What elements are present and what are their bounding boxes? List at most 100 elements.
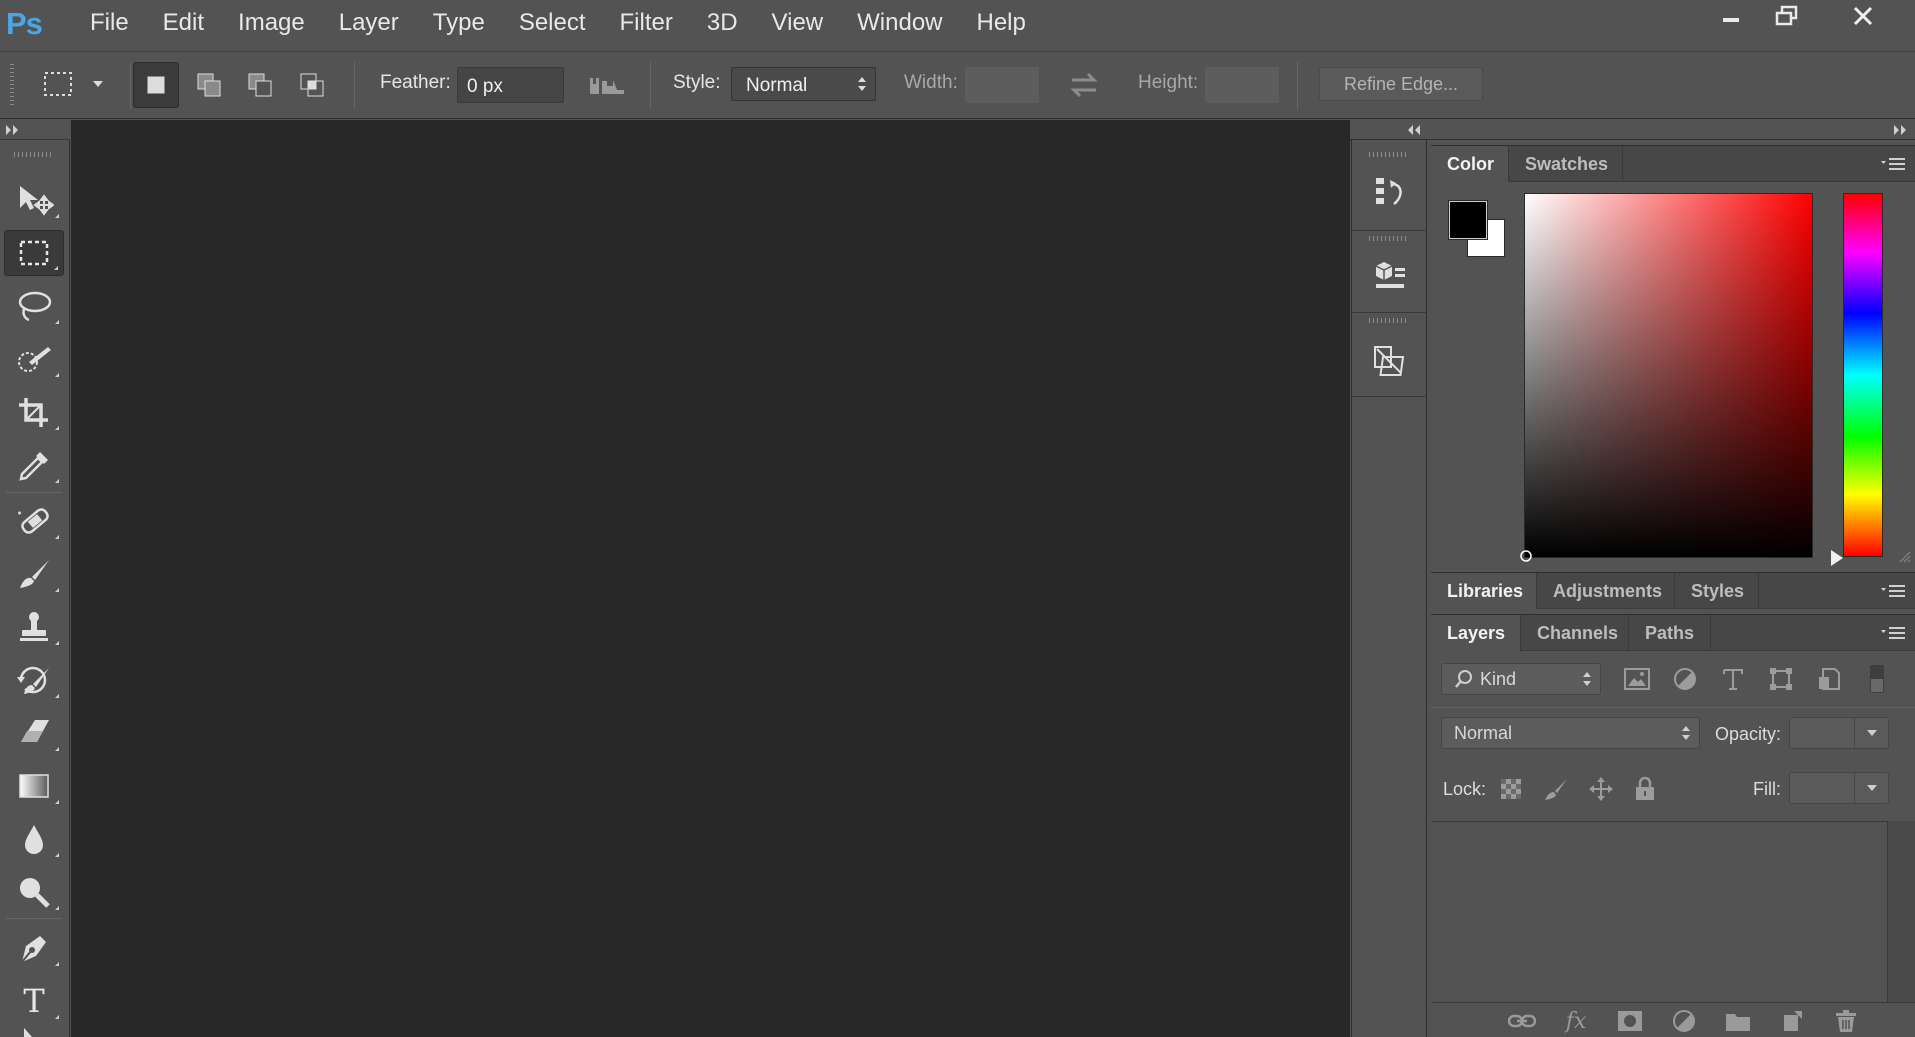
- new-adjustment-layer-button[interactable]: [1669, 1007, 1699, 1035]
- menu-edit[interactable]: Edit: [146, 0, 221, 46]
- crop-tool[interactable]: [4, 389, 64, 435]
- hue-slider[interactable]: [1843, 193, 1883, 557]
- feather-input[interactable]: 0 px: [457, 67, 564, 103]
- type-tool[interactable]: T: [4, 978, 64, 1024]
- move-tool[interactable]: [4, 177, 64, 223]
- swap-dimensions-button[interactable]: [1066, 68, 1102, 102]
- menu-help[interactable]: Help: [960, 0, 1043, 46]
- opacity-input[interactable]: [1789, 717, 1889, 749]
- menu-image[interactable]: Image: [221, 0, 322, 46]
- opacity-dropdown-button[interactable]: [1854, 718, 1888, 748]
- tab-adjustments[interactable]: Adjustments: [1537, 573, 1675, 609]
- style-select[interactable]: Normal: [731, 67, 876, 101]
- restore-button[interactable]: [1760, 0, 1814, 32]
- tool-preset-picker[interactable]: [38, 64, 118, 106]
- filter-pixel-layers-button[interactable]: [1621, 663, 1653, 695]
- dodge-tool[interactable]: [4, 869, 64, 915]
- filter-shape-layers-button[interactable]: [1765, 663, 1797, 695]
- tab-paths[interactable]: Paths: [1629, 615, 1711, 651]
- blur-tool[interactable]: [4, 816, 64, 862]
- layers-list[interactable]: [1431, 821, 1887, 1002]
- tools-grip[interactable]: [14, 152, 54, 157]
- menu-window[interactable]: Window: [840, 0, 959, 46]
- tab-swatches[interactable]: Swatches: [1509, 146, 1623, 182]
- lock-position-button[interactable]: [1585, 773, 1617, 805]
- transform-panel-button[interactable]: [1362, 336, 1418, 386]
- quick-selection-tool[interactable]: [4, 336, 64, 382]
- dock-grip[interactable]: [1369, 152, 1409, 157]
- filter-type-layers-button[interactable]: [1717, 663, 1749, 695]
- new-layer-button[interactable]: [1777, 1007, 1807, 1035]
- height-input[interactable]: [1205, 67, 1279, 103]
- layers-scrollbar[interactable]: [1887, 821, 1915, 1002]
- document-canvas-area[interactable]: [71, 120, 1350, 1037]
- options-grip[interactable]: [10, 64, 14, 108]
- tab-channels[interactable]: Channels: [1521, 615, 1629, 651]
- width-input[interactable]: [965, 67, 1039, 103]
- menu-select[interactable]: Select: [502, 0, 603, 46]
- tab-styles[interactable]: Styles: [1675, 573, 1759, 609]
- color-saturation-field[interactable]: [1520, 193, 1813, 562]
- path-selection-tool-partial[interactable]: [22, 1028, 38, 1037]
- collapse-left-icon[interactable]: [1406, 123, 1422, 137]
- menu-3d[interactable]: 3D: [690, 0, 755, 46]
- clone-stamp-tool[interactable]: [4, 604, 64, 650]
- eraser-tool[interactable]: [4, 710, 64, 756]
- new-selection-button[interactable]: [133, 62, 179, 108]
- rectangular-marquee-tool[interactable]: [4, 230, 64, 276]
- panel-menu-icon[interactable]: [1881, 157, 1907, 171]
- menu-filter[interactable]: Filter: [603, 0, 690, 46]
- hue-slider-marker[interactable]: [1831, 550, 1843, 566]
- layer-filter-select[interactable]: Kind: [1441, 663, 1601, 695]
- link-layers-button[interactable]: [1507, 1007, 1537, 1035]
- fill-input[interactable]: [1789, 772, 1889, 804]
- filter-toggle[interactable]: [1861, 663, 1893, 695]
- collapse-right-icon[interactable]: [1893, 123, 1909, 137]
- spot-healing-brush-tool[interactable]: [4, 498, 64, 544]
- anti-alias-toggle[interactable]: [587, 70, 627, 100]
- gradient-tool[interactable]: [4, 763, 64, 809]
- history-brush-tool[interactable]: [4, 657, 64, 703]
- history-panel-icon: [1376, 178, 1402, 205]
- lock-transparent-pixels-button[interactable]: [1495, 773, 1527, 805]
- menu-type[interactable]: Type: [416, 0, 502, 46]
- intersect-selection-button[interactable]: [289, 62, 335, 108]
- subtract-from-selection-button[interactable]: [237, 62, 283, 108]
- menu-view[interactable]: View: [755, 0, 841, 46]
- tools-collapse-bar[interactable]: [0, 120, 70, 140]
- blend-mode-select[interactable]: Normal: [1441, 717, 1700, 749]
- tab-libraries[interactable]: Libraries: [1431, 573, 1537, 609]
- submenu-indicator: [55, 588, 59, 592]
- new-group-button[interactable]: [1723, 1007, 1753, 1035]
- filter-adjustment-layers-button[interactable]: [1669, 663, 1701, 695]
- pen-tool[interactable]: [4, 925, 64, 971]
- fill-dropdown-button[interactable]: [1854, 773, 1888, 803]
- lock-image-pixels-button[interactable]: [1540, 773, 1572, 805]
- tab-layers[interactable]: Layers: [1431, 615, 1521, 651]
- add-layer-mask-button[interactable]: [1615, 1007, 1645, 1035]
- dock-grip[interactable]: [1369, 318, 1409, 323]
- lasso-tool[interactable]: [4, 283, 64, 329]
- close-button[interactable]: [1816, 0, 1910, 32]
- resize-grip-icon[interactable]: [1897, 549, 1911, 563]
- eyedropper-tool[interactable]: [4, 442, 64, 488]
- dock-grip[interactable]: [1369, 236, 1409, 241]
- panel-menu-icon[interactable]: [1881, 626, 1907, 640]
- tab-color[interactable]: Color: [1431, 146, 1509, 182]
- add-to-selection-icon: [197, 73, 221, 97]
- filter-smart-objects-button[interactable]: [1813, 663, 1845, 695]
- minimize-button[interactable]: [1704, 0, 1758, 32]
- refine-edge-button[interactable]: Refine Edge...: [1319, 67, 1483, 101]
- libraries-panel-group: Libraries Adjustments Styles: [1431, 572, 1915, 609]
- menu-file[interactable]: File: [74, 0, 146, 46]
- menu-layer[interactable]: Layer: [322, 0, 416, 46]
- lock-all-button[interactable]: [1629, 773, 1661, 805]
- history-panel-button[interactable]: [1362, 167, 1418, 217]
- properties-3d-panel-button[interactable]: [1362, 251, 1418, 301]
- add-to-selection-button[interactable]: [186, 62, 232, 108]
- panel-menu-icon[interactable]: [1881, 584, 1907, 598]
- delete-layer-button[interactable]: [1831, 1007, 1861, 1035]
- add-layer-style-button[interactable]: fx: [1561, 1007, 1591, 1035]
- foreground-color-swatch[interactable]: [1449, 201, 1487, 239]
- brush-tool[interactable]: [4, 551, 64, 597]
